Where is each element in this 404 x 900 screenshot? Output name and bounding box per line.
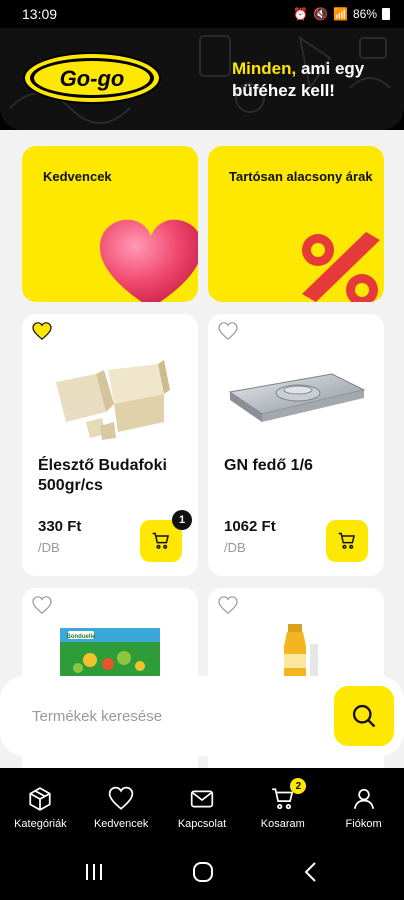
- svg-text:Bonduelle: Bonduelle: [66, 634, 96, 640]
- main-content[interactable]: Kedvencek Tartósan alacsony árak Élesztő…: [0, 130, 404, 770]
- svg-text:Go-go: Go-go: [60, 66, 125, 91]
- product-card[interactable]: Élesztő Budafoki 500gr/cs 330 Ft /DB 1: [22, 314, 198, 576]
- nav-item-favorites[interactable]: Kedvencek: [81, 768, 162, 844]
- heart-filled-icon[interactable]: [32, 322, 52, 340]
- heart-outline-icon[interactable]: [218, 322, 238, 340]
- search-input[interactable]: [18, 696, 318, 736]
- nav-label-account: Fiókom: [345, 818, 382, 830]
- header-tagline: Minden, ami egy büféhez kell!: [232, 58, 392, 102]
- product-price: 1062 Ft: [224, 518, 276, 535]
- bottled-drink-product-image: [284, 624, 318, 680]
- promo-low-prices-title: Tartósan alacsony árak: [229, 169, 373, 184]
- add-to-cart-button[interactable]: [326, 520, 368, 562]
- nav-item-categories[interactable]: Kategóriák: [0, 768, 81, 844]
- bottom-navigation: Kategóriák Kedvencek Kapcsolat 2 Kosaram…: [0, 768, 404, 844]
- yeast-product-image: [56, 360, 170, 440]
- cart-icon: [152, 532, 170, 549]
- product-price: 330 Ft: [38, 518, 82, 535]
- cart-icon: [338, 532, 356, 549]
- mail-icon: [190, 790, 214, 808]
- status-time: 13:09: [22, 6, 58, 22]
- search-bar: [0, 676, 404, 756]
- heart-outline-icon[interactable]: [32, 596, 52, 614]
- mute-icon: 🔇: [313, 7, 329, 21]
- nav-label-contact: Kapcsolat: [177, 818, 227, 830]
- system-navigation-bar: [0, 844, 404, 900]
- promo-favorites-card[interactable]: Kedvencek: [22, 146, 198, 302]
- status-bar: 13:09 ⏰ 🔇 📶 86%: [0, 0, 404, 28]
- battery-icon: [382, 8, 390, 20]
- nav-label-categories: Kategóriák: [14, 818, 67, 830]
- nav-label-favorites: Kedvencek: [93, 818, 149, 830]
- status-icons: ⏰ 🔇 📶 86%: [293, 7, 390, 21]
- percent-illustration: [302, 232, 380, 302]
- heart-illustration: [99, 219, 198, 302]
- nav-label-cart: Kosaram: [260, 818, 305, 830]
- gn-lid-product-image: [228, 373, 366, 422]
- nav-item-cart[interactable]: 2 Kosaram: [242, 768, 323, 844]
- recent-apps-icon[interactable]: [83, 862, 105, 882]
- product-card[interactable]: GN fedő 1/6 1062 Ft /DB: [208, 314, 384, 576]
- heart-outline-icon[interactable]: [218, 596, 238, 614]
- search-icon: [352, 704, 376, 728]
- box-icon: [29, 787, 52, 811]
- product-unit: /DB: [224, 540, 246, 555]
- go-go-logo[interactable]: Go-go: [22, 51, 162, 105]
- product-unit: /DB: [38, 540, 60, 555]
- heart-icon: [108, 786, 134, 810]
- search-button[interactable]: [334, 686, 394, 746]
- app-header: Go-go Minden, ami egy büféhez kell!: [0, 28, 404, 130]
- nav-item-account[interactable]: Fiókom: [323, 768, 404, 844]
- alarm-icon: ⏰: [293, 7, 309, 21]
- product-name: Élesztő Budafoki 500gr/cs: [38, 457, 167, 494]
- cart-quantity-badge: 1: [172, 510, 192, 530]
- wifi-icon: 📶: [333, 7, 348, 21]
- frozen-vegetables-product-image: Bonduelle: [60, 628, 160, 678]
- product-name: GN fedő 1/6: [224, 457, 313, 474]
- promo-favorites-title: Kedvencek: [43, 169, 112, 184]
- battery-text: 86%: [352, 7, 377, 21]
- cart-count-badge: 2: [290, 778, 307, 794]
- promo-low-prices-card[interactable]: Tartósan alacsony árak: [208, 146, 384, 302]
- back-icon[interactable]: [301, 861, 321, 883]
- home-icon[interactable]: [192, 861, 214, 883]
- nav-item-contact[interactable]: Kapcsolat: [162, 768, 243, 844]
- user-icon: [353, 788, 374, 809]
- tagline-highlight: Minden,: [232, 59, 297, 78]
